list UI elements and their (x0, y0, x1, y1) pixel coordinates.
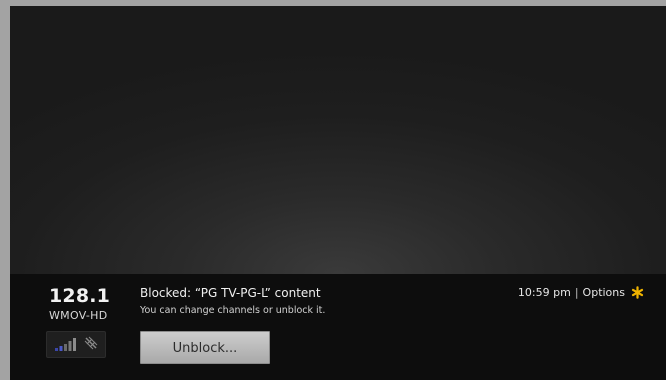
status-separator: | (574, 286, 579, 299)
tv-frame: 128.1 WMOV-HD Blocked: “PG TV-PG-L” cont… (0, 0, 666, 380)
channel-number: 128.1 (49, 285, 111, 307)
channel-name: WMOV-HD (49, 309, 108, 322)
options-label[interactable]: Options (583, 286, 625, 299)
unblock-button[interactable]: Unblock... (140, 331, 270, 364)
video-area (10, 6, 666, 274)
blocked-subtitle: You can change channels or unblock it. (140, 305, 326, 316)
signal-indicator (46, 331, 106, 358)
status-area: 10:59 pm | Options (518, 286, 644, 299)
asterisk-icon[interactable] (631, 286, 644, 299)
antenna-icon (84, 336, 98, 350)
blocked-title: Blocked: “PG TV-PG-L” content (140, 286, 321, 300)
signal-strength-icon (55, 338, 76, 351)
channel-info-bar: 128.1 WMOV-HD Blocked: “PG TV-PG-L” cont… (10, 274, 666, 380)
clock-time: 10:59 pm (517, 286, 571, 299)
